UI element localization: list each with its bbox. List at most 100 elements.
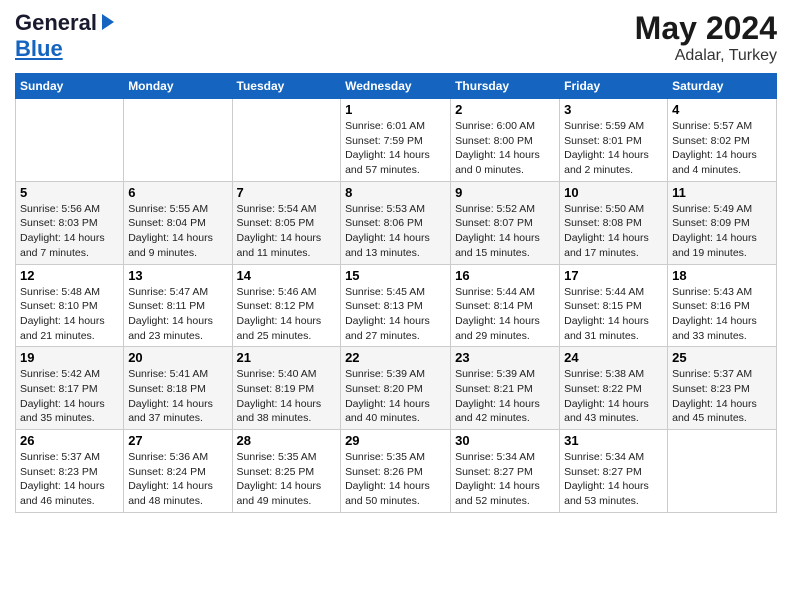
day-number: 22 [345,350,446,365]
table-row: 23 Sunrise: 5:39 AM Sunset: 8:21 PM Dayli… [451,347,560,430]
table-row: 19 Sunrise: 5:42 AM Sunset: 8:17 PM Dayli… [16,347,124,430]
table-row: 13 Sunrise: 5:47 AM Sunset: 8:11 PM Dayli… [124,264,232,347]
day-number: 20 [128,350,227,365]
day-number: 21 [237,350,337,365]
page-header: General Blue May 2024 Adalar, Turkey [15,10,777,65]
day-number: 9 [455,185,555,200]
day-info: Sunrise: 6:01 AM Sunset: 7:59 PM Dayligh… [345,119,446,178]
calendar-week-row: 5 Sunrise: 5:56 AM Sunset: 8:03 PM Daylig… [16,181,777,264]
table-row: 20 Sunrise: 5:41 AM Sunset: 8:18 PM Dayli… [124,347,232,430]
table-row: 3Sunrise: 5:59 AM Sunset: 8:01 PM Daylig… [560,99,668,182]
day-number: 30 [455,433,555,448]
day-number: 19 [20,350,119,365]
day-info: Sunrise: 5:44 AM Sunset: 8:15 PM Dayligh… [564,285,663,344]
day-number: 5 [20,185,119,200]
table-row [668,430,777,513]
day-number: 13 [128,268,227,283]
col-sunday: Sunday [16,74,124,99]
day-number: 17 [564,268,663,283]
table-row: 25 Sunrise: 5:37 AM Sunset: 8:23 PM Dayli… [668,347,777,430]
day-info: Sunrise: 5:39 AM Sunset: 8:20 PM Dayligh… [345,367,446,426]
day-info: Sunrise: 5:46 AM Sunset: 8:12 PM Dayligh… [237,285,337,344]
day-info: Sunrise: 5:37 AM Sunset: 8:23 PM Dayligh… [672,367,772,426]
day-info: Sunrise: 5:37 AM Sunset: 8:23 PM Dayligh… [20,450,119,509]
day-info: Sunrise: 5:48 AM Sunset: 8:10 PM Dayligh… [20,285,119,344]
table-row: 2 Sunrise: 6:00 AM Sunset: 8:00 PM Daylig… [451,99,560,182]
day-info: Sunrise: 5:34 AM Sunset: 8:27 PM Dayligh… [564,450,663,509]
day-number: 25 [672,350,772,365]
day-info: Sunrise: 5:34 AM Sunset: 8:27 PM Dayligh… [455,450,555,509]
table-row: 24Sunrise: 5:38 AM Sunset: 8:22 PM Dayli… [560,347,668,430]
day-info: Sunrise: 5:54 AM Sunset: 8:05 PM Dayligh… [237,202,337,261]
day-number: 1 [345,102,446,117]
table-row: 22 Sunrise: 5:39 AM Sunset: 8:20 PM Dayli… [341,347,451,430]
day-number: 8 [345,185,446,200]
table-row [124,99,232,182]
logo-arrow-icon [98,12,118,32]
day-info: Sunrise: 5:55 AM Sunset: 8:04 PM Dayligh… [128,202,227,261]
table-row: 28Sunrise: 5:35 AM Sunset: 8:25 PM Dayli… [232,430,341,513]
title-block: May 2024 Adalar, Turkey [635,10,777,65]
day-info: Sunrise: 5:43 AM Sunset: 8:16 PM Dayligh… [672,285,772,344]
table-row: 14 Sunrise: 5:46 AM Sunset: 8:12 PM Dayli… [232,264,341,347]
table-row: 9Sunrise: 5:52 AM Sunset: 8:07 PM Daylig… [451,181,560,264]
day-number: 18 [672,268,772,283]
table-row: 11 Sunrise: 5:49 AM Sunset: 8:09 PM Dayli… [668,181,777,264]
calendar-week-row: 19 Sunrise: 5:42 AM Sunset: 8:17 PM Dayli… [16,347,777,430]
day-number: 11 [672,185,772,200]
table-row: 12Sunrise: 5:48 AM Sunset: 8:10 PM Dayli… [16,264,124,347]
day-info: Sunrise: 5:35 AM Sunset: 8:25 PM Dayligh… [237,450,337,509]
table-row: 21 Sunrise: 5:40 AM Sunset: 8:19 PM Dayli… [232,347,341,430]
table-row [16,99,124,182]
day-info: Sunrise: 6:00 AM Sunset: 8:00 PM Dayligh… [455,119,555,178]
day-info: Sunrise: 5:57 AM Sunset: 8:02 PM Dayligh… [672,119,772,178]
day-number: 15 [345,268,446,283]
day-number: 26 [20,433,119,448]
calendar-week-row: 1 Sunrise: 6:01 AM Sunset: 7:59 PM Daylig… [16,99,777,182]
table-row: 16 Sunrise: 5:44 AM Sunset: 8:14 PM Dayli… [451,264,560,347]
day-info: Sunrise: 5:39 AM Sunset: 8:21 PM Dayligh… [455,367,555,426]
day-info: Sunrise: 5:53 AM Sunset: 8:06 PM Dayligh… [345,202,446,261]
day-info: Sunrise: 5:45 AM Sunset: 8:13 PM Dayligh… [345,285,446,344]
calendar-week-row: 12Sunrise: 5:48 AM Sunset: 8:10 PM Dayli… [16,264,777,347]
calendar-header-row: Sunday Monday Tuesday Wednesday Thursday… [16,74,777,99]
logo-general: General [15,10,97,36]
table-row: 10Sunrise: 5:50 AM Sunset: 8:08 PM Dayli… [560,181,668,264]
table-row: 4Sunrise: 5:57 AM Sunset: 8:02 PM Daylig… [668,99,777,182]
day-number: 7 [237,185,337,200]
day-number: 27 [128,433,227,448]
table-row: 18 Sunrise: 5:43 AM Sunset: 8:16 PM Dayli… [668,264,777,347]
day-number: 14 [237,268,337,283]
table-row: 26 Sunrise: 5:37 AM Sunset: 8:23 PM Dayli… [16,430,124,513]
day-info: Sunrise: 5:35 AM Sunset: 8:26 PM Dayligh… [345,450,446,509]
day-info: Sunrise: 5:36 AM Sunset: 8:24 PM Dayligh… [128,450,227,509]
logo-blue: Blue [15,36,63,61]
day-info: Sunrise: 5:42 AM Sunset: 8:17 PM Dayligh… [20,367,119,426]
day-number: 29 [345,433,446,448]
logo: General Blue [15,10,118,62]
table-row: 5 Sunrise: 5:56 AM Sunset: 8:03 PM Daylig… [16,181,124,264]
day-number: 23 [455,350,555,365]
day-info: Sunrise: 5:49 AM Sunset: 8:09 PM Dayligh… [672,202,772,261]
col-wednesday: Wednesday [341,74,451,99]
day-number: 2 [455,102,555,117]
location: Adalar, Turkey [635,47,777,65]
day-info: Sunrise: 5:47 AM Sunset: 8:11 PM Dayligh… [128,285,227,344]
day-info: Sunrise: 5:59 AM Sunset: 8:01 PM Dayligh… [564,119,663,178]
day-number: 10 [564,185,663,200]
table-row: 8 Sunrise: 5:53 AM Sunset: 8:06 PM Daylig… [341,181,451,264]
calendar-week-row: 26 Sunrise: 5:37 AM Sunset: 8:23 PM Dayli… [16,430,777,513]
col-thursday: Thursday [451,74,560,99]
day-number: 24 [564,350,663,365]
day-info: Sunrise: 5:40 AM Sunset: 8:19 PM Dayligh… [237,367,337,426]
day-info: Sunrise: 5:44 AM Sunset: 8:14 PM Dayligh… [455,285,555,344]
day-number: 16 [455,268,555,283]
col-friday: Friday [560,74,668,99]
table-row [232,99,341,182]
month-year: May 2024 [635,10,777,47]
table-row: 7 Sunrise: 5:54 AM Sunset: 8:05 PM Daylig… [232,181,341,264]
day-info: Sunrise: 5:56 AM Sunset: 8:03 PM Dayligh… [20,202,119,261]
table-row: 29 Sunrise: 5:35 AM Sunset: 8:26 PM Dayli… [341,430,451,513]
day-info: Sunrise: 5:41 AM Sunset: 8:18 PM Dayligh… [128,367,227,426]
table-row: 31Sunrise: 5:34 AM Sunset: 8:27 PM Dayli… [560,430,668,513]
